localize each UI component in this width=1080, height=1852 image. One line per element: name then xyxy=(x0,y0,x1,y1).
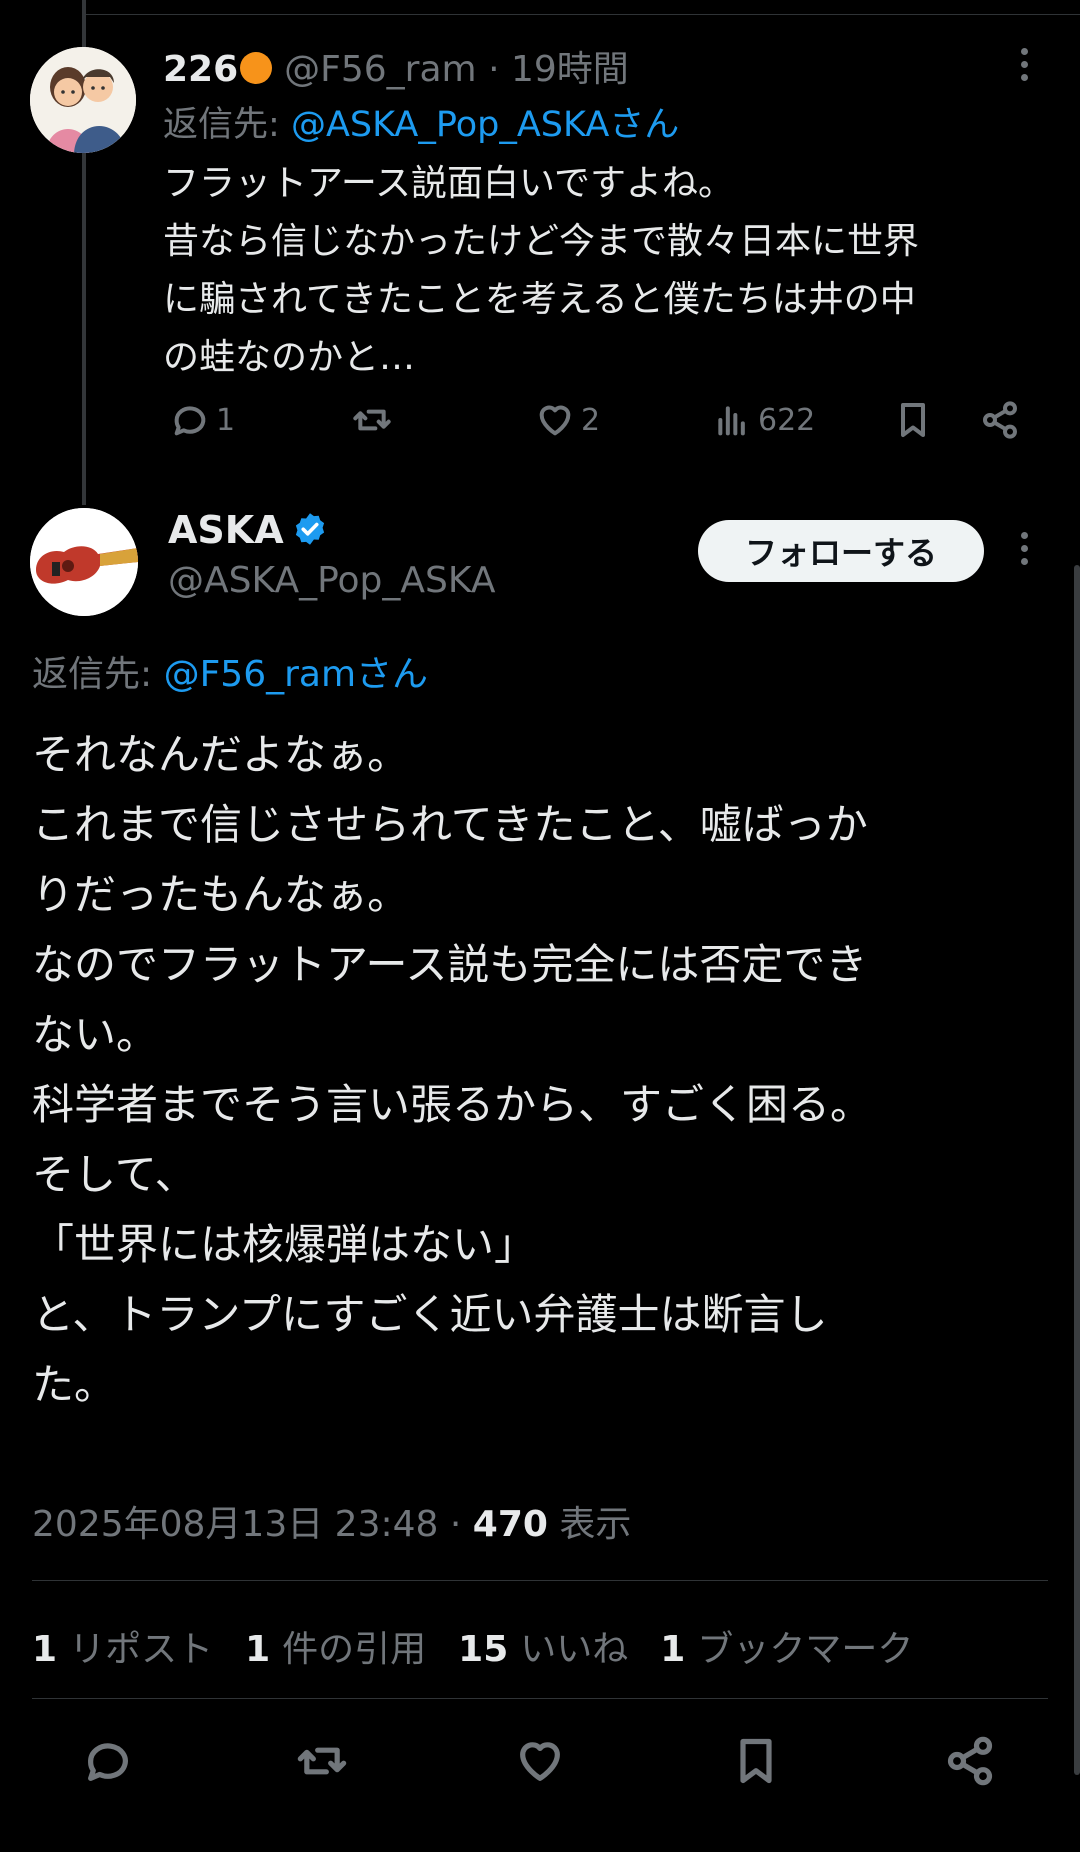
stat-label: ブックマーク xyxy=(697,1629,914,1670)
stat-label: いいね xyxy=(520,1629,629,1670)
stat-quotes[interactable]: 1 件の引用 xyxy=(245,1620,426,1672)
reply-button[interactable] xyxy=(82,1735,134,1787)
view-count: 622 xyxy=(758,402,816,438)
stat-label: リポスト xyxy=(69,1629,214,1670)
reply-separator-dot: · xyxy=(488,49,511,90)
main-text-line: なのでフラットアース説も完全には否定でき xyxy=(32,940,868,989)
reply-icon xyxy=(174,406,206,436)
main-display-name[interactable]: ASKA xyxy=(168,508,284,552)
main-handle[interactable]: @ASKA_Pop_ASKA xyxy=(168,560,495,601)
verified-badge-icon xyxy=(295,513,324,545)
heart-icon xyxy=(539,405,571,436)
avatar-guitar-image xyxy=(30,508,138,616)
reply-text-line: の蛙なのかと… xyxy=(163,337,416,378)
reply-count: 1 xyxy=(216,402,236,438)
like-count: 2 xyxy=(581,402,601,438)
main-text-line: た。 xyxy=(32,1360,117,1409)
timestamp-separator-dot: · xyxy=(449,1504,462,1545)
stat-label: 件の引用 xyxy=(282,1629,427,1670)
reply-button[interactable]: 1 xyxy=(170,400,235,440)
scrollbar[interactable] xyxy=(1074,565,1080,1775)
main-text-line: ない。 xyxy=(32,1010,159,1059)
share-icon xyxy=(983,401,1017,439)
heart-icon xyxy=(520,1742,560,1781)
more-icon[interactable] xyxy=(1018,532,1030,572)
repost-button[interactable] xyxy=(350,400,394,440)
like-button[interactable]: 2 xyxy=(535,400,600,440)
stat-count: 1 xyxy=(660,1629,686,1670)
tweet-timestamp-row: 2025年08月13日 23:48 · 470 表示 xyxy=(32,1495,631,1547)
main-text-line: りだったもんなぁ。 xyxy=(32,870,410,919)
like-button[interactable] xyxy=(514,1735,566,1787)
main-text-line: それなんだよなぁ。 xyxy=(32,730,410,779)
repost-icon xyxy=(297,1747,347,1775)
reply-to-label: 返信先: xyxy=(163,105,280,145)
reply-time[interactable]: 19時間 xyxy=(511,49,629,90)
stats-bottom-divider xyxy=(32,1698,1048,1699)
main-tweet-text: それなんだよなぁ。 これまで信じさせられてきたこと、嘘ばっか りだったもんなぁ。… xyxy=(32,720,1042,1420)
reply-to-link[interactable]: @ASKA_Pop_ASKAさん xyxy=(291,105,679,145)
reply-to-link[interactable]: @F56_ramさん xyxy=(164,654,428,695)
stat-count: 15 xyxy=(458,1629,509,1670)
engagement-stats: 1 リポスト 1 件の引用 15 いいね 1 ブックマーク xyxy=(32,1620,913,1672)
stat-count: 1 xyxy=(32,1629,58,1670)
tweet-view-count: 470 xyxy=(472,1504,548,1545)
main-avatar[interactable] xyxy=(30,508,138,616)
stats-top-divider xyxy=(32,1580,1048,1581)
follow-button[interactable]: フォローする xyxy=(698,520,984,582)
reply-text-line: に騙されてきたことを考えると僕たちは井の中 xyxy=(163,279,916,320)
repost-icon xyxy=(353,409,391,431)
reply-reply-to: 返信先: @ASKA_Pop_ASKAさん xyxy=(163,96,679,147)
bookmark-button[interactable] xyxy=(730,1735,782,1787)
reply-text-line: フラットアース説面白いですよね。 xyxy=(163,163,734,204)
main-text-line: これまで信じさせられてきたこと、嘘ばっか xyxy=(32,800,868,849)
bookmark-button[interactable] xyxy=(893,400,933,440)
share-button[interactable] xyxy=(980,400,1020,440)
repost-button[interactable] xyxy=(294,1735,350,1787)
reply-to-label: 返信先: xyxy=(32,654,153,695)
reply-display-name[interactable]: 226 xyxy=(163,49,238,90)
avatar-illustration xyxy=(30,47,136,153)
views-button[interactable]: 622 xyxy=(712,400,815,440)
stat-reposts[interactable]: 1 リポスト xyxy=(32,1620,213,1672)
main-reply-to: 返信先: @F56_ramさん xyxy=(32,645,428,697)
main-text-line: そして、 xyxy=(32,1150,197,1199)
main-display-name-row: ASKA xyxy=(168,508,328,552)
main-text-line: と、トランプにすごく近い弁護士は断言し xyxy=(32,1290,828,1339)
share-button[interactable] xyxy=(944,1735,996,1787)
stat-bookmarks[interactable]: 1 ブックマーク xyxy=(660,1620,913,1672)
reply-text-line: 昔なら信じなかったけど今まで散々日本に世界 xyxy=(163,221,920,262)
main-text-line: 「世界には核爆弾はない」 xyxy=(32,1220,537,1269)
reply-text: フラットアース説面白いですよね。 昔なら信じなかったけど今まで散々日本に世界 に… xyxy=(163,155,1058,387)
top-divider xyxy=(86,14,1080,15)
reply-icon xyxy=(88,1743,128,1781)
share-icon xyxy=(947,1736,993,1786)
bookmark-icon xyxy=(740,1738,772,1784)
reply-header: 226 @F56_ram · 19時間 xyxy=(163,40,629,92)
stat-likes[interactable]: 15 いいね xyxy=(458,1620,628,1672)
reply-handle[interactable]: @F56_ram xyxy=(284,49,476,90)
main-text-line: 科学者までそう言い張るから、すごく困る。 xyxy=(32,1080,873,1129)
bookmark-icon xyxy=(901,403,925,437)
more-icon[interactable] xyxy=(1018,48,1030,88)
views-icon xyxy=(718,406,745,436)
reply-avatar[interactable] xyxy=(30,47,136,153)
tweet-view-label: 表示 xyxy=(559,1504,632,1545)
orange-circle-emoji xyxy=(240,52,273,84)
tweet-timestamp[interactable]: 2025年08月13日 23:48 xyxy=(32,1504,438,1545)
stat-count: 1 xyxy=(245,1629,271,1670)
